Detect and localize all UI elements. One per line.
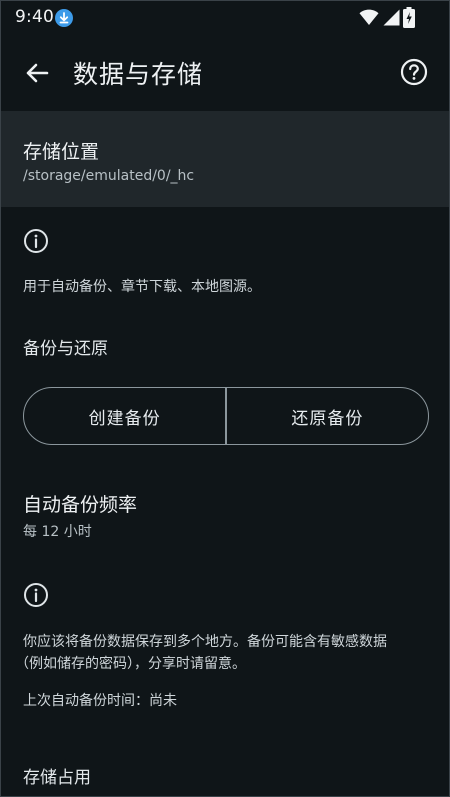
- backup-button-group: 创建备份 还原备份: [23, 387, 429, 445]
- info-icon: [24, 583, 48, 607]
- help-circle-icon[interactable]: [399, 57, 429, 87]
- backup-info-line-1: 你应该将备份数据保存到多个地方。备份可能含有敏感数据: [23, 634, 387, 650]
- status-bar: 9:40: [1, 1, 449, 35]
- page-title: 数据与存储: [73, 60, 204, 89]
- signal-icon: [383, 9, 400, 26]
- storage-info-text: 用于自动备份、章节下载、本地图源。: [23, 279, 261, 295]
- storage-location-path: /storage/emulated/0/_hc: [23, 168, 195, 184]
- wifi-icon: [359, 9, 379, 25]
- restore-backup-button[interactable]: 还原备份: [227, 388, 428, 444]
- auto-backup-frequency-value: 每 12 小时: [23, 524, 92, 540]
- storage-location-item[interactable]: 存储位置 /storage/emulated/0/_hc: [1, 111, 449, 207]
- back-arrow-icon[interactable]: [21, 57, 53, 89]
- auto-backup-frequency-title[interactable]: 自动备份频率: [23, 490, 137, 517]
- backup-info-line-2: （例如储存的密码），分享时请留意。: [15, 656, 246, 672]
- status-time: 9:40: [15, 7, 54, 27]
- storage-usage-header: 存储占用: [23, 768, 91, 788]
- info-icon: [24, 229, 48, 253]
- app-bar: 数据与存储: [1, 35, 449, 111]
- create-backup-button[interactable]: 创建备份: [24, 388, 225, 444]
- download-icon: [55, 9, 73, 27]
- backup-restore-header: 备份与还原: [23, 339, 108, 359]
- storage-location-title: 存储位置: [23, 141, 100, 163]
- battery-charging-icon: [403, 7, 415, 28]
- last-backup-time: 上次自动备份时间：尚未: [23, 693, 177, 709]
